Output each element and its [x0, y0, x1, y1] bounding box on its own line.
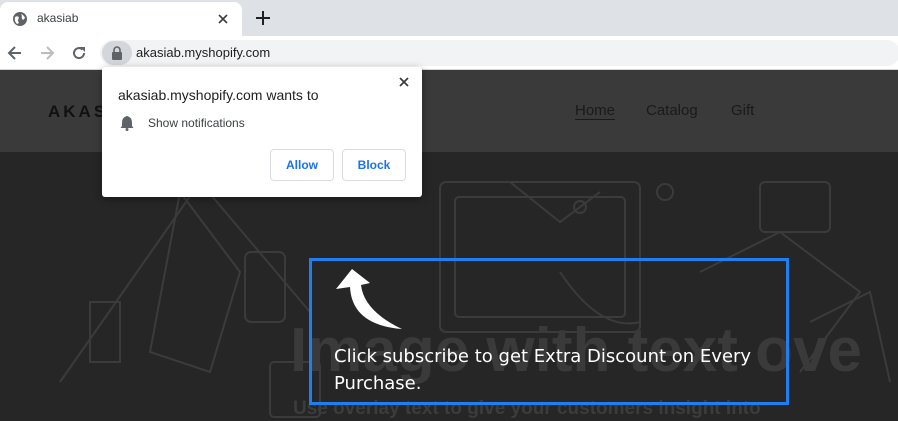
notification-permission-popup: akasiab.myshopify.com wants to Show noti… [102, 67, 422, 197]
site-info-button[interactable] [102, 41, 132, 65]
url-text[interactable]: akasiab.myshopify.com [136, 45, 270, 60]
nav-home[interactable]: Home [575, 102, 616, 120]
tab-title: akasiab [37, 11, 79, 25]
bell-icon [120, 116, 134, 131]
browser-tab[interactable]: akasiab [0, 2, 242, 36]
subscribe-callout: Click subscribe to get Extra Discount on… [309, 258, 789, 405]
close-tab-icon[interactable] [214, 10, 232, 28]
close-icon[interactable] [395, 73, 413, 91]
lock-icon [112, 46, 122, 60]
callout-text: Click subscribe to get Extra Discount on… [334, 346, 752, 394]
forward-icon[interactable] [37, 43, 57, 63]
curved-arrow-icon [336, 269, 402, 329]
permission-label: Show notifications [148, 116, 245, 130]
back-icon[interactable] [5, 43, 25, 63]
reload-icon[interactable] [69, 43, 89, 63]
new-tab-icon[interactable] [253, 8, 273, 28]
nav-gift[interactable]: Gift [731, 102, 754, 119]
block-button[interactable]: Block [342, 149, 406, 181]
browser-toolbar: akasiab.myshopify.com [0, 36, 898, 70]
allow-button[interactable]: Allow [270, 149, 334, 181]
popup-title: akasiab.myshopify.com wants to [118, 87, 319, 103]
globe-icon [13, 12, 27, 26]
nav-catalog[interactable]: Catalog [646, 102, 698, 119]
tab-bar: akasiab [0, 0, 898, 36]
store-logo[interactable]: AKAS [48, 102, 108, 122]
